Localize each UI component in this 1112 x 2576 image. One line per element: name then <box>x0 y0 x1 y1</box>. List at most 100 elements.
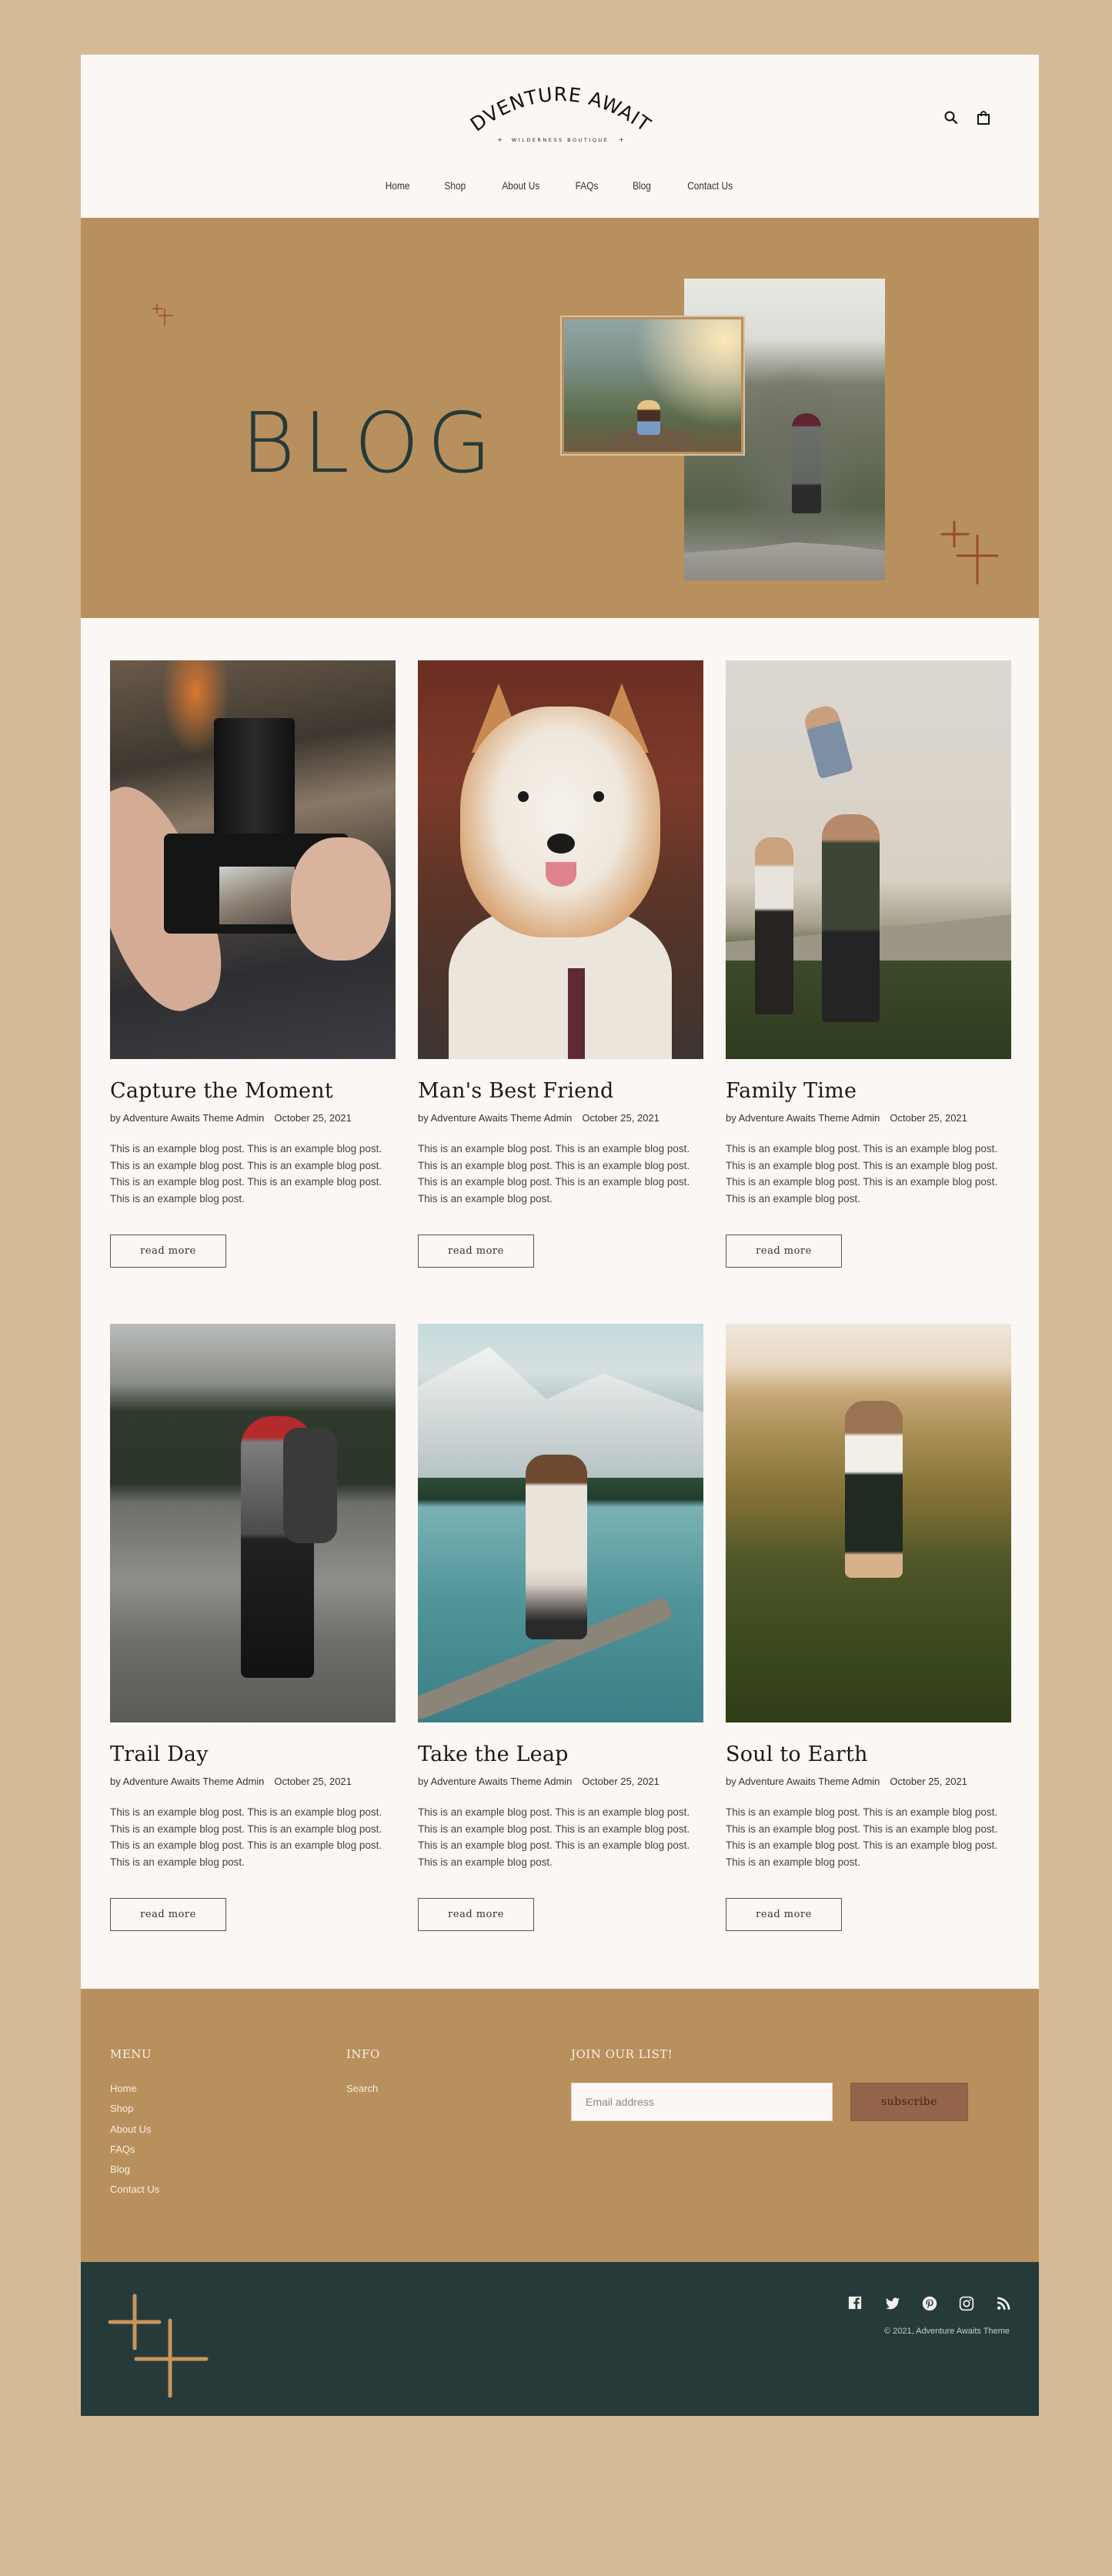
header-icons <box>943 110 991 125</box>
blog-card: Family Time by Adventure Awaits Theme Ad… <box>726 660 1011 1268</box>
blog-card-title[interactable]: Capture the Moment <box>110 1079 396 1103</box>
blog-card-author: by Adventure Awaits Theme Admin <box>726 1776 880 1787</box>
nav-faqs[interactable]: FAQs <box>576 179 599 192</box>
blog-card-meta: by Adventure Awaits Theme Admin October … <box>110 1776 396 1787</box>
hero-photo-sunset <box>560 316 745 456</box>
shopping-bag-icon[interactable] <box>976 110 991 125</box>
search-icon[interactable] <box>943 110 959 125</box>
logo-title: ADVENTURE AWAITS <box>452 60 653 136</box>
blog-card-meta: by Adventure Awaits Theme Admin October … <box>418 1112 703 1124</box>
page: ADVENTURE AWAITS + WILDERNESS BOUTIQUE +… <box>81 55 1039 2416</box>
facebook-icon[interactable] <box>848 2296 863 2311</box>
footer-link-home[interactable]: Home <box>110 2083 137 2094</box>
main-nav: Home Shop About Us FAQs Blog Contact Us <box>81 179 1039 192</box>
photo-detail <box>822 814 880 1022</box>
blog-card: Soul to Earth by Adventure Awaits Theme … <box>726 1324 1011 1931</box>
photo-detail <box>291 837 391 961</box>
blog-card-image[interactable] <box>110 1324 396 1722</box>
footer-link-about-us[interactable]: About Us <box>110 2123 151 2135</box>
blog-card-author: by Adventure Awaits Theme Admin <box>110 1776 265 1787</box>
blog-card-meta: by Adventure Awaits Theme Admin October … <box>726 1776 1011 1787</box>
blog-card-excerpt: This is an example blog post. This is an… <box>418 1806 690 1868</box>
photo-detail <box>637 400 660 435</box>
nav-shop[interactable]: Shop <box>444 179 466 192</box>
blog-card-title[interactable]: Soul to Earth <box>726 1742 1011 1766</box>
hero-banner: BLOG <box>81 218 1039 618</box>
instagram-icon[interactable] <box>959 2296 974 2311</box>
blog-list: Capture the Moment by Adventure Awaits T… <box>81 618 1039 1989</box>
blog-card-title[interactable]: Man's Best Friend <box>418 1079 703 1103</box>
footer-info-list: Search <box>346 2083 378 2103</box>
blog-card-image[interactable] <box>110 660 396 1059</box>
logo-graphic: ADVENTURE AWAITS + WILDERNESS BOUTIQUE + <box>452 60 653 143</box>
photo-detail <box>593 791 604 802</box>
photo-detail <box>568 968 585 1059</box>
footer-link-faqs[interactable]: FAQs <box>110 2143 135 2155</box>
footer-link-blog[interactable]: Blog <box>110 2163 130 2175</box>
blog-card-date: October 25, 2021 <box>582 1776 660 1787</box>
newsletter-email-input[interactable] <box>571 2083 833 2121</box>
blog-card-image[interactable] <box>726 660 1011 1059</box>
blog-card: Capture the Moment by Adventure Awaits T… <box>110 660 396 1268</box>
site-footer: MENU Home Shop About Us FAQs Blog Contac… <box>81 1989 1039 2262</box>
footer-link-search[interactable]: Search <box>346 2083 378 2094</box>
read-more-button[interactable]: read more <box>726 1898 842 1931</box>
photo-detail <box>684 542 885 580</box>
blog-card-date: October 25, 2021 <box>274 1112 352 1124</box>
footer-link-contact-us[interactable]: Contact Us <box>110 2183 159 2195</box>
blog-card-title[interactable]: Take the Leap <box>418 1742 703 1766</box>
blog-card-meta: by Adventure Awaits Theme Admin October … <box>726 1112 1011 1124</box>
photo-detail <box>518 791 529 802</box>
read-more-button[interactable]: read more <box>418 1235 534 1268</box>
photo-detail <box>802 703 853 780</box>
twitter-icon[interactable] <box>885 2296 900 2311</box>
rss-icon[interactable] <box>996 2296 1011 2311</box>
blog-card: Man's Best Friend by Adventure Awaits Th… <box>418 660 703 1268</box>
read-more-button[interactable]: read more <box>110 1235 226 1268</box>
site-logo[interactable]: ADVENTURE AWAITS + WILDERNESS BOUTIQUE + <box>452 60 660 147</box>
blog-card-author: by Adventure Awaits Theme Admin <box>110 1112 265 1124</box>
read-more-button[interactable]: read more <box>418 1898 534 1931</box>
subscribe-button[interactable]: subscribe <box>850 2083 968 2121</box>
read-more-button[interactable]: read more <box>110 1898 226 1931</box>
blog-card-title[interactable]: Family Time <box>726 1079 1011 1103</box>
blog-card: Take the Leap by Adventure Awaits Theme … <box>418 1324 703 1931</box>
blog-card-date: October 25, 2021 <box>890 1776 967 1787</box>
nav-contact-us[interactable]: Contact Us <box>687 179 733 192</box>
blog-card-excerpt: This is an example blog post. This is an… <box>726 1143 998 1204</box>
blog-card-title[interactable]: Trail Day <box>110 1742 396 1766</box>
sparkle-icon <box>108 2294 209 2398</box>
photo-detail <box>283 1428 337 1543</box>
logo-tagline: WILDERNESS BOUTIQUE <box>511 137 608 143</box>
pinterest-icon[interactable] <box>922 2296 937 2311</box>
blog-card: Trail Day by Adventure Awaits Theme Admi… <box>110 1324 396 1931</box>
photo-detail <box>792 413 821 513</box>
blog-grid: Capture the Moment by Adventure Awaits T… <box>110 660 1011 1931</box>
blog-card-image[interactable] <box>726 1324 1011 1722</box>
footer-menu-heading: MENU <box>110 2047 152 2061</box>
blog-card-author: by Adventure Awaits Theme Admin <box>418 1776 573 1787</box>
read-more-button[interactable]: read more <box>726 1235 842 1268</box>
blog-card-excerpt: This is an example blog post. This is an… <box>110 1143 382 1204</box>
nav-blog[interactable]: Blog <box>633 179 651 192</box>
nav-about-us[interactable]: About Us <box>502 179 539 192</box>
blog-card-date: October 25, 2021 <box>890 1112 967 1124</box>
footer-bottom-bar: © 2021, Adventure Awaits Theme <box>81 2262 1039 2416</box>
footer-link-shop[interactable]: Shop <box>110 2103 133 2114</box>
page-title: BLOG <box>241 396 499 492</box>
blog-card-meta: by Adventure Awaits Theme Admin October … <box>110 1112 396 1124</box>
nav-home[interactable]: Home <box>385 179 409 192</box>
blog-card-author: by Adventure Awaits Theme Admin <box>726 1112 880 1124</box>
photo-image <box>564 319 741 452</box>
newsletter-heading: JOIN OUR LIST! <box>571 2047 673 2061</box>
photo-detail <box>219 867 295 924</box>
sparkle-icon <box>152 303 173 326</box>
sparkle-icon <box>940 520 999 585</box>
blog-card-date: October 25, 2021 <box>582 1112 660 1124</box>
photo-detail <box>547 834 575 854</box>
blog-card-image[interactable] <box>418 1324 703 1722</box>
photo-detail <box>214 718 295 834</box>
footer-info-heading: INFO <box>346 2047 380 2061</box>
footer-menu-list: Home Shop About Us FAQs Blog Contact Us <box>110 2083 159 2204</box>
blog-card-image[interactable] <box>418 660 703 1059</box>
